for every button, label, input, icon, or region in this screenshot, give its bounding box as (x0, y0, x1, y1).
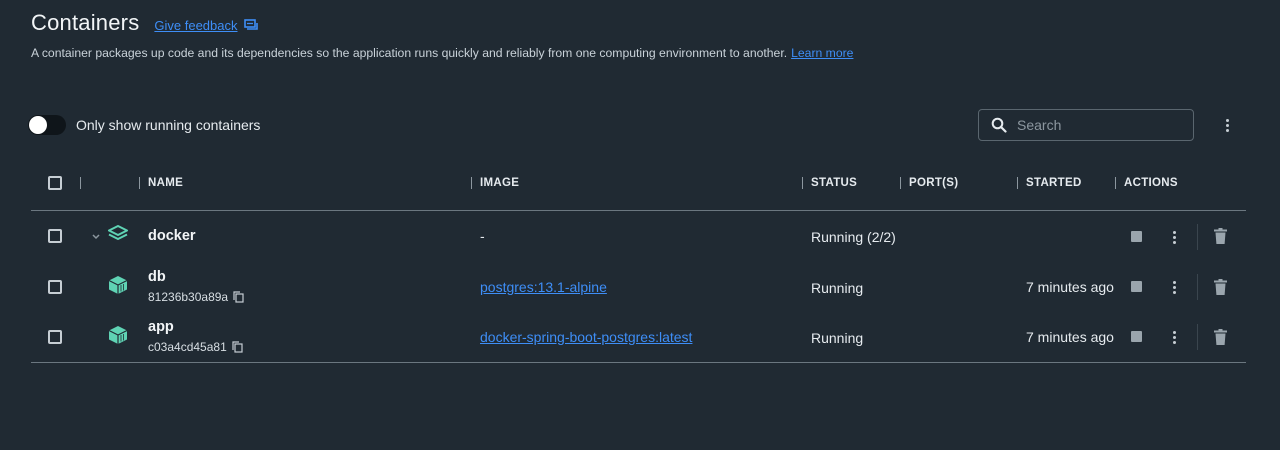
toggle-knob (29, 116, 47, 134)
column-separator[interactable] (471, 177, 472, 189)
search-input[interactable] (1017, 117, 1177, 133)
trash-icon[interactable] (1214, 228, 1227, 244)
group-status: Running (2/2) (811, 229, 896, 245)
column-separator[interactable] (1017, 177, 1018, 189)
stop-icon[interactable] (1131, 331, 1142, 342)
container-id-text: c03a4cd45a81 (148, 340, 227, 354)
trash-icon[interactable] (1214, 279, 1227, 295)
container-started: 7 minutes ago (1026, 329, 1114, 345)
row-kebab-icon[interactable] (1168, 229, 1180, 245)
table-header-divider (31, 210, 1246, 211)
row-checkbox[interactable] (48, 229, 62, 243)
container-status: Running (811, 280, 864, 296)
row-checkbox[interactable] (48, 280, 62, 294)
select-all-checkbox[interactable] (48, 176, 62, 190)
table-bottom-divider (31, 362, 1246, 363)
container-name[interactable]: app (148, 319, 174, 335)
container-started: 7 minutes ago (1026, 279, 1114, 295)
stack-icon (108, 225, 128, 240)
actions-divider (1197, 274, 1198, 300)
column-separator[interactable] (802, 177, 803, 189)
container-icon (108, 276, 128, 294)
column-header-started[interactable]: STARTED (1026, 177, 1082, 189)
row-kebab-icon[interactable] (1168, 279, 1180, 295)
column-separator[interactable] (139, 177, 140, 189)
image-link[interactable]: postgres:13.1-alpine (480, 279, 607, 295)
stop-icon[interactable] (1131, 231, 1142, 242)
group-image: - (480, 228, 485, 244)
container-name[interactable]: db (148, 269, 166, 285)
column-separator[interactable] (1115, 177, 1116, 189)
column-separator (80, 177, 81, 189)
give-feedback-label: Give feedback (154, 18, 238, 33)
column-header-actions: ACTIONS (1124, 177, 1178, 189)
page-description: A container packages up code and its dep… (31, 46, 853, 60)
row-kebab-icon[interactable] (1168, 329, 1180, 345)
description-text: A container packages up code and its dep… (31, 46, 788, 60)
running-only-toggle[interactable] (28, 115, 66, 135)
copy-icon[interactable] (232, 341, 243, 353)
column-separator[interactable] (900, 177, 901, 189)
running-filter: Only show running containers (28, 115, 260, 135)
column-header-name[interactable]: NAME (148, 177, 183, 189)
running-only-label: Only show running containers (76, 117, 261, 133)
column-header-status[interactable]: STATUS (811, 177, 857, 189)
give-feedback-link[interactable]: Give feedback (154, 18, 258, 33)
column-header-image[interactable]: IMAGE (480, 177, 519, 189)
row-checkbox[interactable] (48, 330, 62, 344)
container-id: 81236b30a89a (148, 290, 244, 304)
page-header: Containers Give feedback (31, 10, 258, 36)
container-id-text: 81236b30a89a (148, 290, 229, 304)
more-options-kebab-icon[interactable] (1219, 116, 1235, 134)
actions-divider (1197, 324, 1198, 350)
table-row[interactable]: app c03a4cd45a81 docker-spring-boot-post… (0, 312, 1280, 362)
chevron-down-icon[interactable] (91, 233, 101, 241)
group-name[interactable]: docker (148, 228, 196, 244)
page-title: Containers (31, 10, 140, 35)
table-row[interactable]: db 81236b30a89a postgres:13.1-alpine Run… (0, 262, 1280, 312)
trash-icon[interactable] (1214, 329, 1227, 345)
actions-divider (1197, 224, 1198, 250)
copy-icon[interactable] (233, 291, 244, 303)
container-icon (108, 326, 128, 344)
search-box[interactable] (978, 109, 1194, 141)
container-status: Running (811, 330, 864, 346)
image-link[interactable]: docker-spring-boot-postgres:latest (480, 329, 692, 345)
stop-icon[interactable] (1131, 281, 1142, 292)
container-id: c03a4cd45a81 (148, 340, 243, 354)
search-icon (991, 117, 1007, 133)
table-row-group[interactable]: docker - Running (2/2) (0, 212, 1280, 262)
learn-more-link[interactable]: Learn more (791, 46, 853, 60)
feedback-icon (243, 19, 258, 30)
column-header-ports[interactable]: PORT(S) (909, 177, 958, 189)
